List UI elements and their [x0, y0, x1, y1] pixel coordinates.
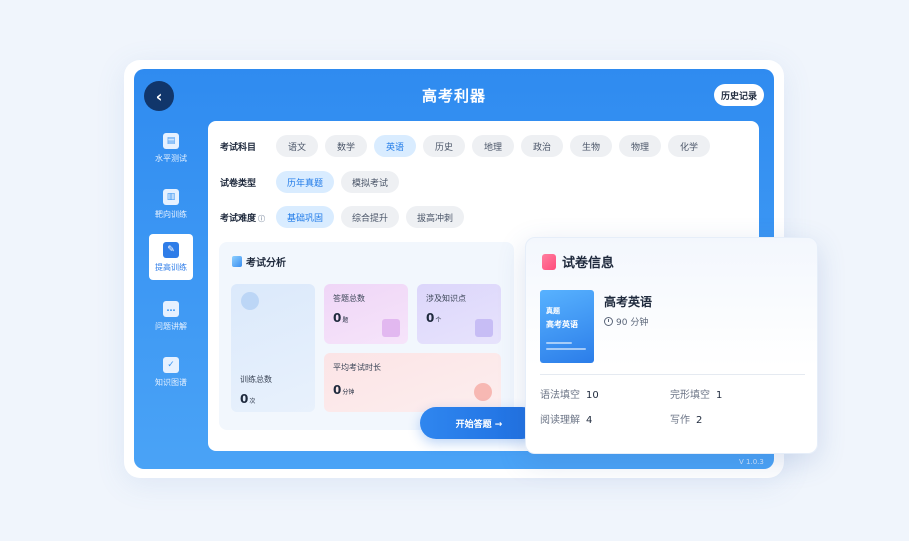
- avg-time-label: 平均考试时长: [333, 363, 381, 372]
- knowledge-points-value: 0个: [426, 311, 442, 325]
- avg-time-value: 0分钟: [333, 383, 355, 397]
- document-icon: [232, 256, 242, 267]
- chip-mock-exam[interactable]: 模拟考试: [341, 171, 400, 193]
- cover-line: [546, 342, 572, 344]
- question-type-row: 写作 2: [670, 415, 703, 426]
- difficulty-label: 考试难度: [220, 213, 257, 224]
- layers-icon: [475, 319, 493, 337]
- chat-icon: …: [163, 300, 179, 317]
- sidebar-item-targeted-training[interactable]: ▥ 靶向训练: [149, 181, 193, 227]
- exam-analysis: 考试分析 训练总数 0次 答题总数 0题 涉及知识点 0个 平均考试时长 0分钟: [219, 242, 514, 430]
- page-title: 高考利器: [421, 87, 486, 105]
- chip-subject-chemistry[interactable]: 化学: [668, 135, 710, 157]
- chip-subject-geography[interactable]: 地理: [472, 135, 514, 157]
- question-type-row: 语法填空 10: [540, 390, 599, 401]
- sidebar-item-label: 水平测试: [155, 153, 187, 163]
- difficulty-filter: 考试难度 ⓘ 基础巩固 综合提升 拔高冲刺: [220, 206, 471, 228]
- cover-tag: 真题: [546, 307, 560, 315]
- cover-line: [546, 348, 586, 350]
- subject-label: 考试科目: [220, 142, 257, 153]
- paper-icon: [542, 253, 556, 270]
- question-type-row: 完形填空 1: [670, 390, 723, 401]
- pie-chart-icon: [241, 292, 259, 310]
- paper-cover: 真题 高考英语: [540, 290, 594, 363]
- sidebar-item-label: 靶向训练: [155, 209, 187, 219]
- paper-type-label: 试卷类型: [220, 178, 257, 189]
- avg-time-card: 平均考试时长 0分钟: [324, 353, 501, 412]
- chart-icon: ▤: [163, 132, 179, 149]
- paper-name: 高考英语: [604, 295, 653, 309]
- graph-icon: ✓: [163, 356, 179, 373]
- sidebar-item-explanation[interactable]: … 问题讲解: [149, 293, 193, 339]
- chip-subject-chinese[interactable]: 语文: [276, 135, 318, 157]
- chip-subject-math[interactable]: 数学: [325, 135, 367, 157]
- chip-subject-history[interactable]: 历史: [423, 135, 465, 157]
- start-answer-button[interactable]: 开始答题 →: [420, 407, 538, 439]
- edit-icon: ✎: [163, 241, 179, 258]
- analysis-heading: 考试分析: [232, 254, 286, 269]
- sidebar-item-label: 提高训练: [155, 262, 187, 272]
- subject-filter: 考试科目 语文 数学 英语 历史 地理 政治 生物 物理 化学: [220, 135, 717, 157]
- paper-info-heading: 试卷信息: [542, 252, 614, 271]
- sidebar-item-label: 知识图谱: [155, 377, 187, 387]
- sidebar-item-knowledge-graph[interactable]: ✓ 知识图谱: [149, 349, 193, 395]
- chip-subject-politics[interactable]: 政治: [521, 135, 563, 157]
- analysis-title: 考试分析: [246, 258, 286, 269]
- chip-comprehensive[interactable]: 综合提升: [341, 206, 400, 228]
- sidebar-item-level-test[interactable]: ▤ 水平测试: [149, 125, 193, 171]
- chip-past-papers[interactable]: 历年真题: [276, 171, 335, 193]
- sidebar-item-label: 问题讲解: [155, 321, 187, 331]
- training-total-card: 训练总数 0次: [231, 284, 315, 412]
- notebook-icon: [382, 319, 400, 337]
- paper-type-filter: 试卷类型 历年真题 模拟考试: [220, 171, 406, 193]
- paper-info-card: 试卷信息 真题 高考英语 高考英语 90 分钟 语法填空 10 完形填空 1 阅读理…: [525, 237, 818, 454]
- paper-duration: 90 分钟: [604, 315, 648, 328]
- answer-total-label: 答题总数: [333, 294, 365, 303]
- training-total-value: 0次: [240, 392, 256, 406]
- difficulty-label-wrap: 考试难度 ⓘ: [220, 211, 276, 224]
- history-button[interactable]: 历史记录: [714, 84, 764, 106]
- knowledge-points-label: 涉及知识点: [426, 294, 466, 303]
- chip-subject-english[interactable]: 英语: [374, 135, 416, 157]
- stopwatch-icon: [474, 383, 492, 401]
- question-type-row: 阅读理解 4: [540, 415, 593, 426]
- paper-info-title: 试卷信息: [562, 256, 615, 271]
- training-total-label: 训练总数: [240, 375, 272, 384]
- answer-total-value: 0题: [333, 311, 349, 325]
- answer-total-card: 答题总数 0题: [324, 284, 408, 344]
- divider: [540, 374, 805, 375]
- sidebar-item-advanced-training[interactable]: ✎ 提高训练: [149, 234, 193, 280]
- cover-name: 高考英语: [546, 320, 578, 329]
- info-icon[interactable]: ⓘ: [258, 214, 265, 224]
- knowledge-points-card: 涉及知识点 0个: [417, 284, 501, 344]
- version-label: V 1.0.3: [739, 458, 764, 466]
- chip-subject-physics[interactable]: 物理: [619, 135, 661, 157]
- target-icon: ▥: [163, 188, 179, 205]
- chip-advanced[interactable]: 拔高冲刺: [406, 206, 465, 228]
- chip-subject-biology[interactable]: 生物: [570, 135, 612, 157]
- chip-basic[interactable]: 基础巩固: [276, 206, 335, 228]
- clock-icon: [604, 317, 613, 326]
